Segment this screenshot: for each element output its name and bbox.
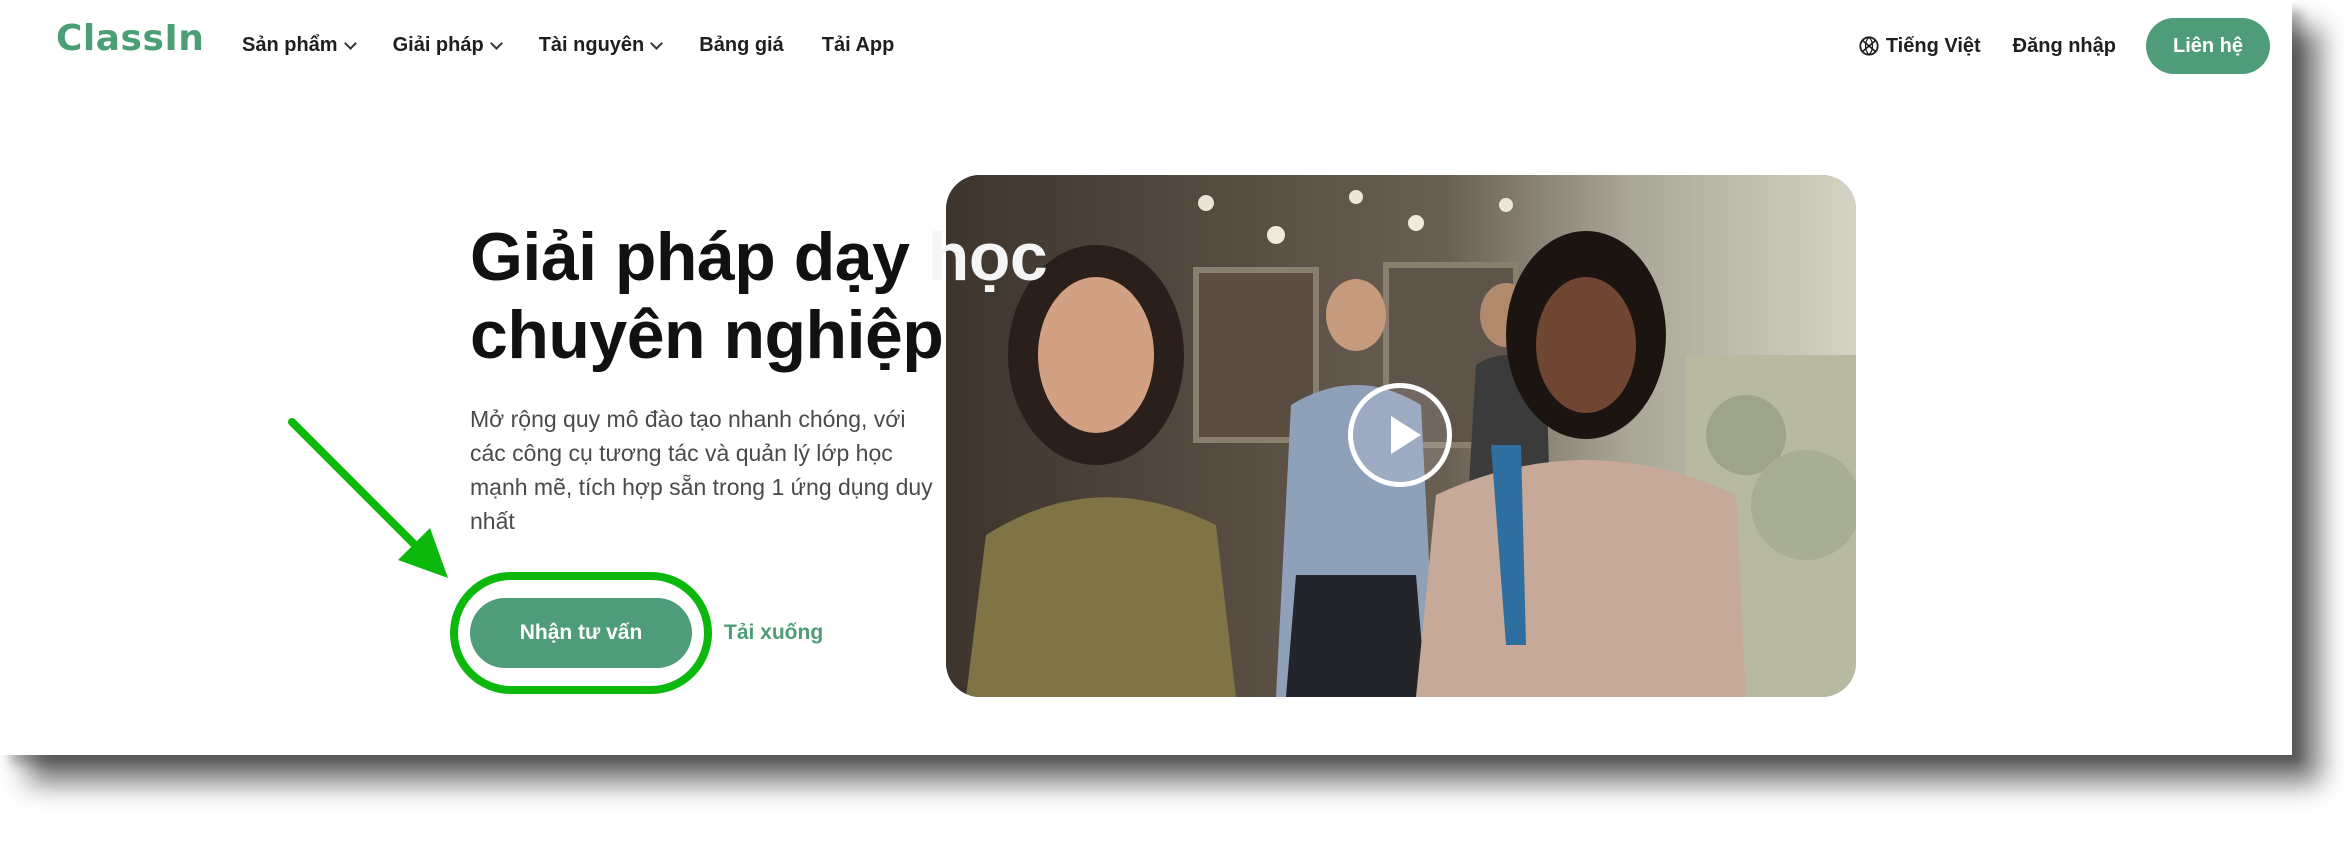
hero-title: Giải pháp dạy học chuyên nghiệp (470, 218, 1048, 374)
play-icon[interactable] (1348, 383, 1452, 487)
pointer-arrow-icon (288, 418, 448, 578)
hero-title-line1: Giải pháp dạy học (470, 219, 1048, 295)
menu-item-label: Sản phẩm (242, 34, 338, 56)
top-navbar: ClassIn Sản phẩm Giải pháp Tài nguyên Bả… (0, 0, 2292, 96)
hero-title-part: Giải pháp dạy (470, 219, 928, 295)
menu-item-label: Bảng giá (699, 34, 784, 56)
highlight-ring (450, 572, 712, 694)
globe-icon (1859, 36, 1879, 56)
chevron-down-icon (343, 36, 357, 50)
menu-item-resources[interactable]: Tài nguyên (538, 34, 664, 57)
menu-item-label: Tài nguyên (538, 34, 645, 56)
contact-button[interactable]: Liên hệ (2146, 18, 2270, 74)
hero-title-line2: chuyên nghiệp (470, 297, 944, 373)
menu-item-products[interactable]: Sản phẩm (242, 34, 357, 57)
login-link[interactable]: Đăng nhập (2013, 35, 2116, 58)
hero-subtitle: Mở rộng quy mô đào tạo nhanh chóng, với … (470, 406, 933, 534)
screenshot-frame: ClassIn Sản phẩm Giải pháp Tài nguyên Bả… (0, 0, 2292, 755)
language-selector[interactable]: Tiếng Việt (1858, 35, 1981, 58)
nav-actions: Tiếng Việt Đăng nhập Liên hệ (1858, 18, 2270, 74)
download-link[interactable]: Tải xuống (724, 621, 823, 645)
menu-item-pricing[interactable]: Bảng giá (699, 34, 783, 57)
menu-item-solutions[interactable]: Giải pháp (392, 34, 503, 57)
chevron-down-icon (489, 36, 503, 50)
chevron-down-icon (650, 36, 664, 50)
language-label: Tiếng Việt (1885, 34, 1981, 57)
menu-item-download-app[interactable]: Tải App (822, 34, 895, 57)
menu-item-label: Tải App (821, 34, 895, 56)
main-menu: Sản phẩm Giải pháp Tài nguyên Bảng giá T… (242, 34, 932, 57)
classin-logo[interactable]: ClassIn (56, 18, 204, 59)
hero-video-thumbnail[interactable] (946, 175, 1856, 697)
menu-item-label: Giải pháp (392, 34, 484, 56)
hero-title-part: học (927, 219, 1048, 295)
